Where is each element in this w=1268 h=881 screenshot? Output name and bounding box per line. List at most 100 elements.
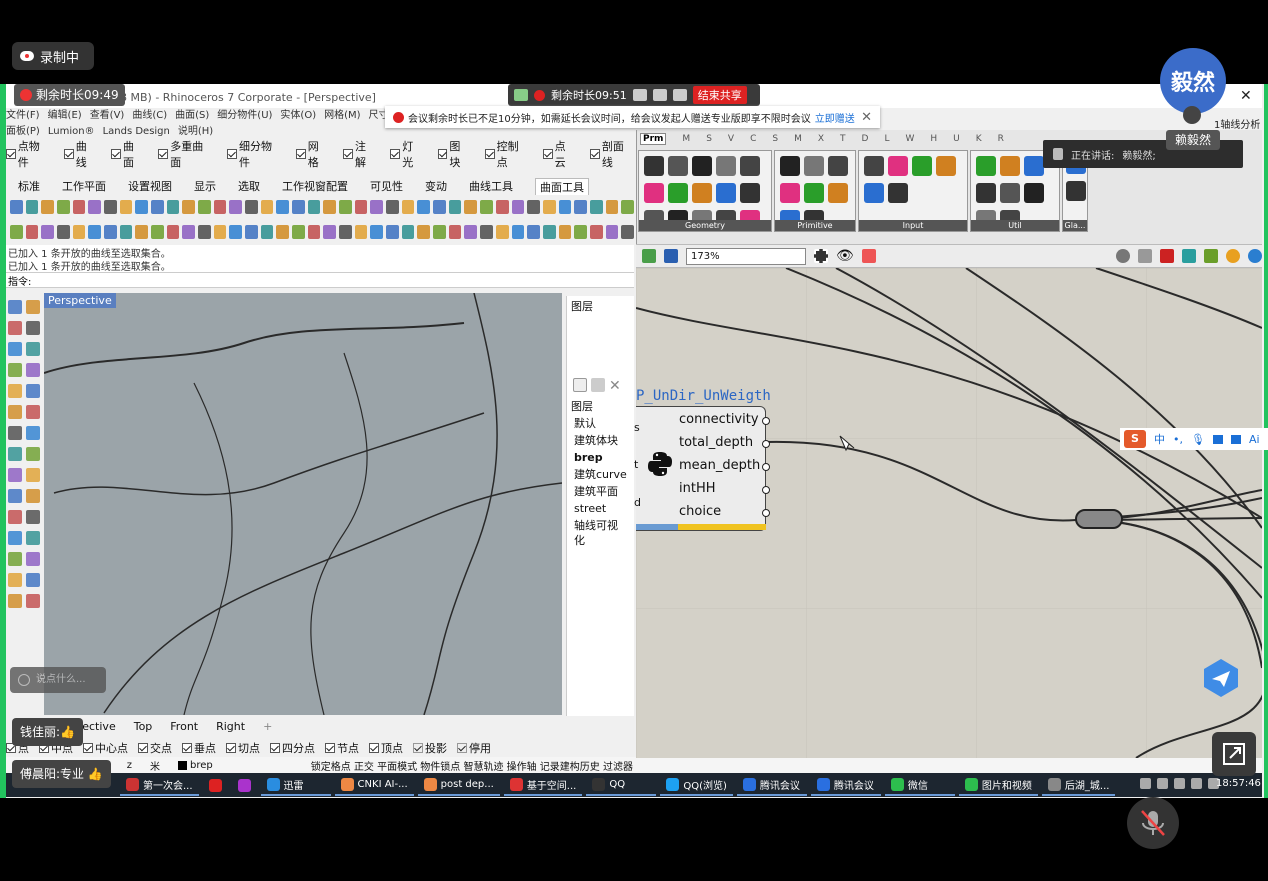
tool-icon[interactable] [401,225,415,239]
tool-icon[interactable] [8,384,22,398]
preview-eye-icon[interactable]: 👁 [836,248,854,264]
tool-icon[interactable] [8,552,22,566]
gh-tab[interactable]: R [998,134,1004,144]
tool-icon[interactable] [8,594,22,608]
tool-icon[interactable] [339,200,352,214]
gh-component-icon[interactable] [780,183,800,203]
sogou-punct-icon[interactable]: •, [1173,433,1183,446]
filter-checkbox[interactable]: 图块 [437,138,471,170]
floating-assistant-icon[interactable] [1200,657,1242,699]
tool-icon[interactable] [448,225,462,239]
filter-checkbox[interactable]: 点云 [542,138,576,170]
tool-icon[interactable] [8,405,22,419]
output-grip[interactable] [762,486,770,494]
menu-item[interactable]: 实体(O) [280,108,316,124]
tool-icon[interactable] [292,225,305,239]
gh-component-icon[interactable] [740,183,760,203]
gh-tab[interactable]: D [862,134,869,144]
mute-button[interactable] [1127,797,1179,849]
tool-icon[interactable] [151,225,164,239]
viewport-tab[interactable]: Right [216,720,245,733]
sogou-input-toolbar[interactable]: S 中 •, 🎙 Ai [1120,428,1268,450]
taskbar-app[interactable]: 迅雷 [260,774,331,796]
output-grip[interactable] [762,509,770,517]
gh-tab[interactable]: C [750,134,756,144]
sketch-icon[interactable] [861,249,876,263]
tool-icon[interactable] [495,225,509,239]
zoom-select[interactable]: 173% [686,247,806,265]
tool-icon[interactable] [88,225,102,239]
sogou-ai-button[interactable]: Ai [1249,433,1260,446]
tool-icon[interactable] [260,200,274,214]
filter-checkbox[interactable]: 曲面 [111,138,144,170]
speaker-avatar[interactable]: 毅然 [1160,48,1226,114]
tool-icon[interactable] [213,200,227,214]
toolbar-tab[interactable]: 工作视窗配置 [282,178,348,194]
toolbar-tab[interactable]: 设置视图 [128,178,172,194]
tool-icon[interactable] [417,200,431,214]
menu-item[interactable]: 曲面(S) [175,108,209,124]
tool-icon[interactable] [448,200,462,214]
tool-icon[interactable] [57,200,70,214]
viewport-tab[interactable]: Top [134,720,153,733]
osnap-checkbox[interactable]: 垂点 [182,740,216,756]
tool-icon[interactable] [229,200,243,214]
close-icon[interactable]: ✕ [1240,88,1252,104]
osnap-checkbox[interactable]: 停用 [457,740,491,756]
tool-icon[interactable] [542,225,556,239]
tool-icon[interactable] [26,531,40,545]
open-file-icon[interactable] [642,249,656,263]
filter-checkbox[interactable]: 剖面线 [590,138,634,170]
tool-icon[interactable] [8,342,22,356]
menu-item[interactable]: 细分物件(U) [217,108,272,124]
gh-tab[interactable]: L [884,134,889,144]
taskbar-app[interactable]: 腾讯会议 [736,774,807,796]
tool-icon[interactable] [135,225,149,239]
gh-component-icon[interactable] [888,183,908,203]
tool-icon[interactable] [621,225,634,239]
gh-component-icon[interactable] [668,183,688,203]
save-icon[interactable] [664,249,678,263]
end-share-button[interactable]: 结束共享 [692,86,747,104]
tool-icon[interactable] [605,200,619,214]
tool-icon[interactable] [276,225,290,239]
tool-icon[interactable] [245,200,258,214]
taskbar-app[interactable]: 基于空间... [503,774,583,796]
gh-tab[interactable]: M [794,134,802,144]
gh-component-icon[interactable] [976,183,996,203]
filter-checkbox[interactable]: 控制点 [484,138,529,170]
menu-item[interactable]: 编辑(E) [48,108,82,124]
component-output-total-depth[interactable]: total_depth [679,435,753,450]
tool-icon[interactable] [8,531,22,545]
tool-icon[interactable] [386,200,399,214]
taskbar-app[interactable]: 微信 [884,774,955,796]
gh-component-icon[interactable] [804,156,824,176]
gh-component-icon[interactable] [912,156,932,176]
gh-component-icon[interactable] [1000,156,1020,176]
tool-icon[interactable] [370,225,384,239]
new-layer-icon[interactable] [573,378,587,392]
filter-checkbox[interactable]: 细分物件 [227,138,282,170]
tool-icon[interactable] [8,468,22,482]
perspective-viewport[interactable]: ✱✱✱✱✱✱✱✱✱✱✱✱✱✱✱✱✱✱✱✱✱✱✱✱✱✱✱✱✱✱✱✱✱✱✱✱✱✱✱✱… [44,293,562,715]
tool-icon[interactable] [8,300,22,314]
tool-icon[interactable] [26,594,40,608]
tool-icon[interactable] [354,200,368,214]
delete-layer-icon[interactable]: ✕ [609,378,621,398]
gh-component-icon[interactable] [780,156,800,176]
tool-icon[interactable] [26,405,40,419]
menu-item[interactable]: 网格(M) [324,108,360,124]
tool-icon[interactable] [26,321,40,335]
tool-icon[interactable] [119,200,133,214]
gh-tab[interactable]: H [930,134,937,144]
taskbar-app[interactable] [232,774,257,796]
emoji-icon[interactable] [18,674,30,686]
component-output-intHH[interactable]: intHH [679,481,716,496]
copy-layer-icon[interactable] [591,378,605,392]
tool-icon[interactable] [323,200,337,214]
tool-icon[interactable] [8,510,22,524]
tool-icon[interactable] [26,552,40,566]
viewport-tab[interactable]: Front [170,720,198,733]
gh-tab[interactable]: S [706,134,712,144]
tool-icon[interactable] [558,225,572,239]
